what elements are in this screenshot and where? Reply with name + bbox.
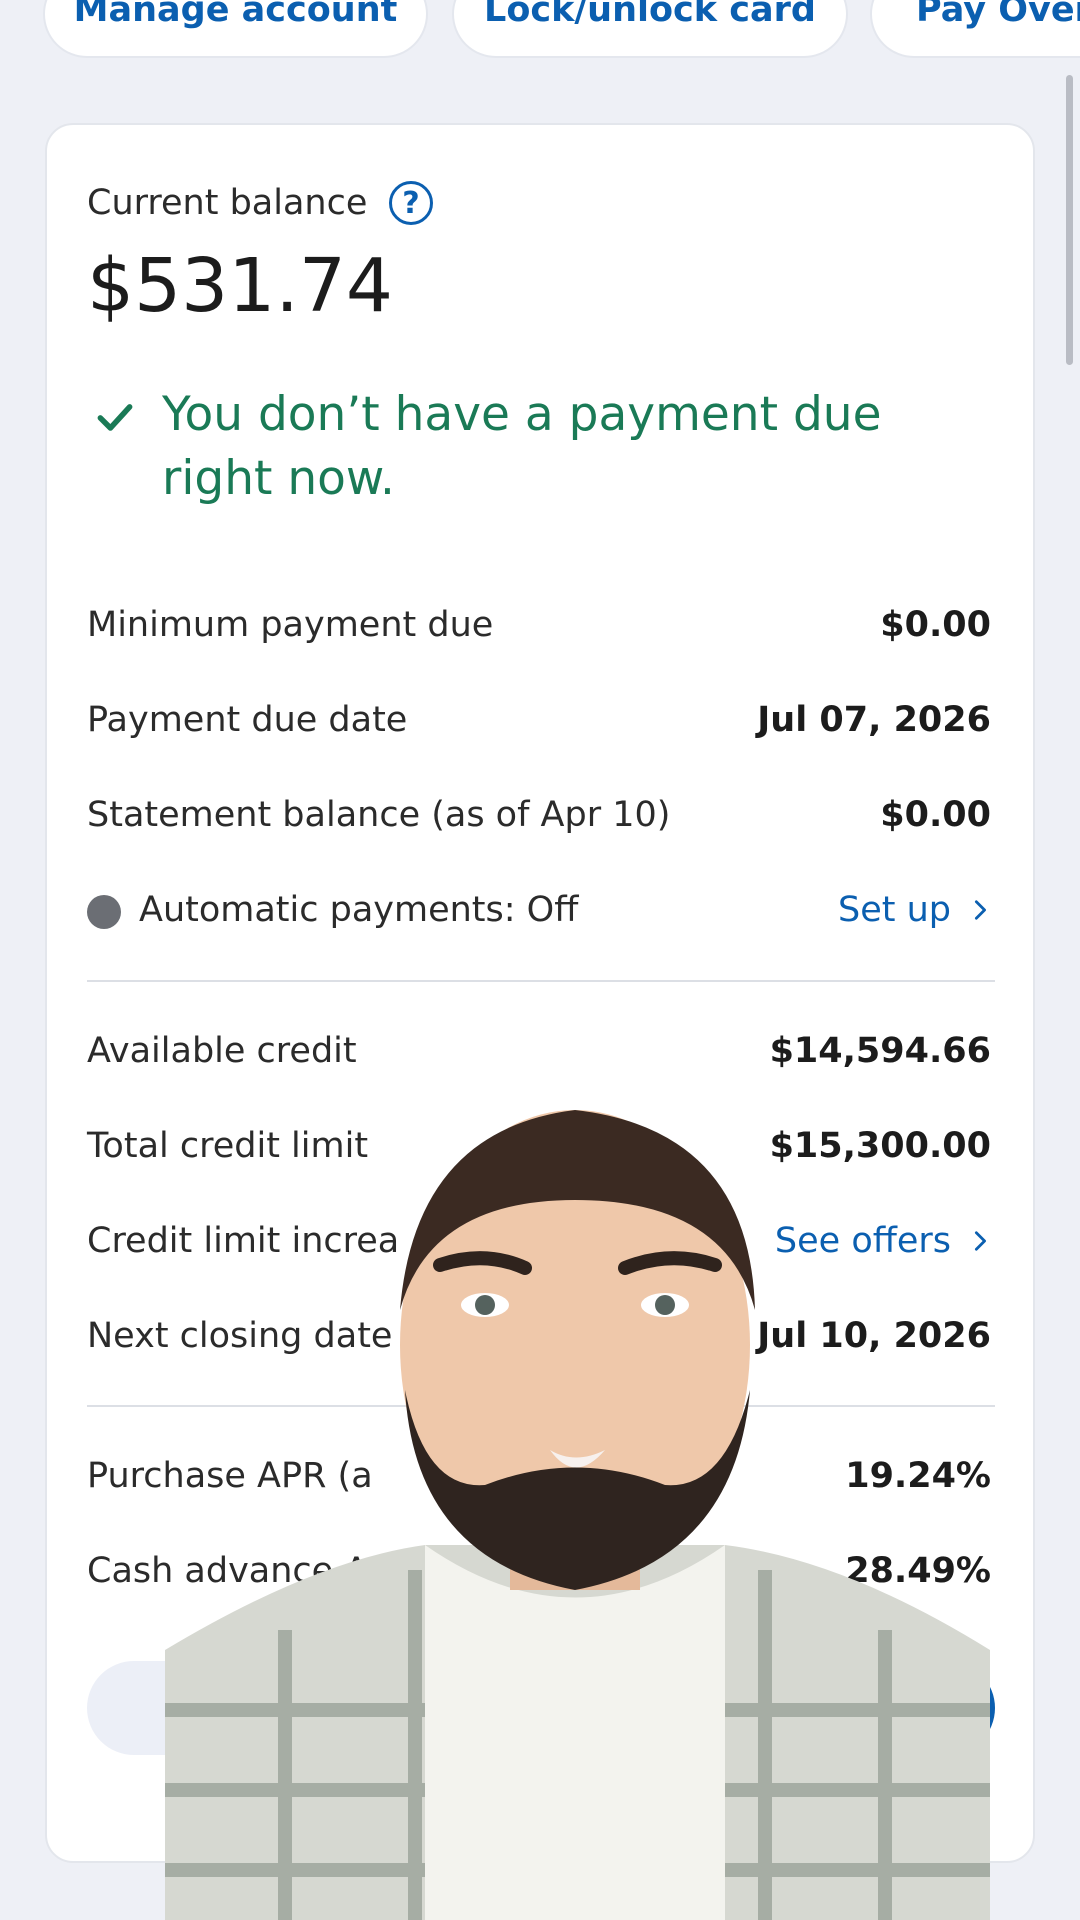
- automatic-payments-label: Automatic payments: Off: [139, 890, 579, 930]
- payment-due-date-value: Jul 07, 2026: [757, 700, 991, 740]
- lock-unlock-card-chip[interactable]: Lock/unlock card: [452, 0, 848, 58]
- set-up-autopay-link[interactable]: Set up: [838, 890, 991, 930]
- payment-due-date-label: Payment due date: [87, 700, 408, 740]
- minimum-payment-value: $0.00: [880, 605, 991, 645]
- section-divider: [87, 980, 995, 982]
- manage-account-chip[interactable]: Manage account: [43, 0, 428, 58]
- set-up-link-label: Set up: [838, 890, 951, 930]
- available-credit-value: $14,594.66: [769, 1031, 991, 1071]
- pay-over-time-chip[interactable]: Pay Over Time: [870, 0, 1080, 58]
- chevron-right-icon: [974, 900, 986, 920]
- status-dot-icon: [87, 895, 121, 929]
- current-balance-amount: $531.74: [87, 243, 394, 329]
- checkmark-icon: [97, 404, 133, 431]
- payment-status-message: You don’t have a payment due right now.: [162, 387, 882, 506]
- statement-balance-label: Statement balance (as of Apr 10): [87, 795, 671, 835]
- minimum-payment-label: Minimum payment due: [87, 605, 494, 645]
- statement-balance-value: $0.00: [880, 795, 991, 835]
- presenter-video-overlay: [165, 1110, 990, 1920]
- current-balance-label: Current balance: [87, 183, 368, 223]
- scrollbar[interactable]: [1066, 75, 1073, 365]
- quick-action-chips: Manage account Lock/unlock card Pay Over…: [0, 0, 1080, 60]
- question-circle-icon[interactable]: ?: [389, 181, 433, 225]
- available-credit-label: Available credit: [87, 1031, 357, 1071]
